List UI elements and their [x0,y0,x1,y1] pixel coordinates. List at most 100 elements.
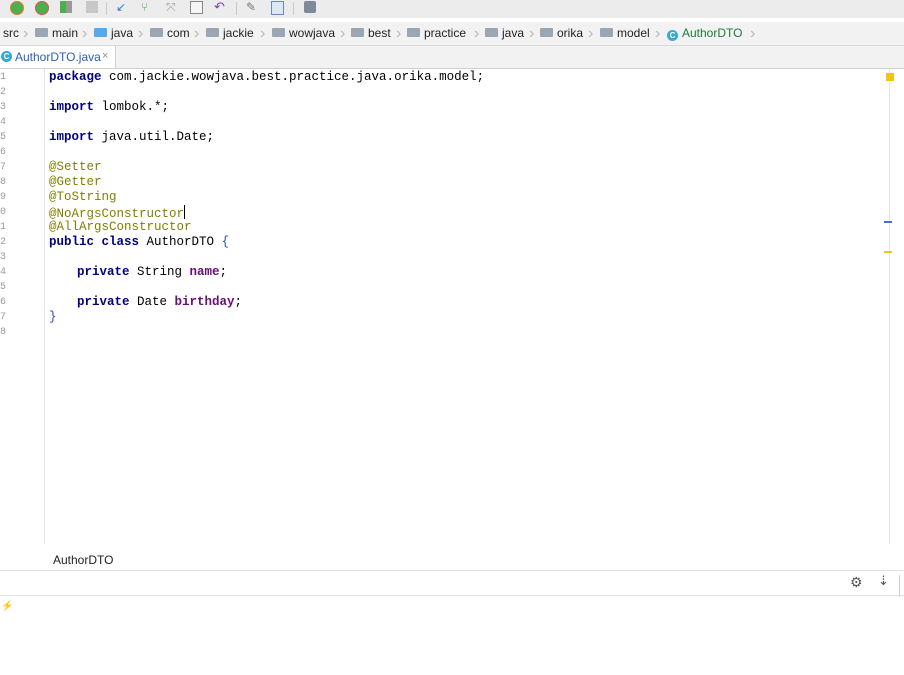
commit-icon[interactable] [190,1,203,14]
code-line-3: import lombok.*; [49,100,169,114]
line-number: 5 [0,132,7,143]
tool-window-header: ⚙ ⇣ [0,571,904,596]
breadcrumb-item-orika[interactable]: orika [540,22,583,45]
breadcrumb-item-model[interactable]: model [600,22,650,45]
breadcrumb-label: java [111,26,134,40]
line-number: 9 [0,192,7,203]
line-number: 1 [0,72,7,83]
breadcrumb-item-practice[interactable]: practice [407,22,466,45]
structure-icon[interactable] [271,1,284,15]
breadcrumb-item-java[interactable]: java [94,22,133,45]
line-number: 6 [0,147,7,158]
vcs-pull-icon[interactable]: ⤧ [166,1,178,13]
line-number: 5 [0,282,7,293]
warning-marker-icon[interactable] [886,73,894,81]
annotation: @NoArgsConstructor [49,207,185,221]
error-stripe-mark[interactable] [884,251,892,253]
tool-window-panel: ⚙ ⇣ ⚡ [0,570,904,675]
type: Date [129,295,175,309]
type: String [129,265,190,279]
field-name: birthday [174,295,235,309]
vcs-update-icon[interactable]: ↙ [116,1,128,13]
stop-run-icon[interactable] [35,1,49,15]
tab-label: AuthorDTO.java [15,50,101,64]
keyword: import [49,100,95,114]
folder-icon [485,28,498,37]
breadcrumb-item-java-2[interactable]: java [485,22,524,45]
footer-class-label[interactable]: AuthorDTO [53,553,113,567]
gear-icon[interactable]: ⚙ [850,574,863,591]
chevron-right-icon: › [194,25,200,42]
folder-icon [600,28,613,37]
editor-tabs: C AuthorDTO.java × [0,46,904,69]
code-text: ; [234,295,243,309]
code-line-5: import java.util.Date; [49,130,214,144]
breadcrumb-item-best[interactable]: best [351,22,391,45]
main-toolbar: ↙ ⑂ ⤧ ↶ ✎ [0,0,904,18]
code-line-1: package com.jackie.wowjava.best.practice… [49,70,484,84]
breadcrumb-item-main[interactable]: main [35,22,78,45]
chevron-right-icon: › [588,25,594,42]
keyword: private [77,295,130,309]
chevron-right-icon: › [396,25,402,42]
breadcrumb-label: AuthorDTO [682,26,743,40]
breadcrumb-label: best [368,26,391,40]
chevron-right-icon: › [529,25,535,42]
folder-icon [407,28,420,37]
editor-breadcrumb-footer: AuthorDTO [0,546,904,570]
vcs-branch-icon[interactable]: ⑂ [141,1,153,13]
folder-icon [150,28,163,37]
keyword: import [49,130,95,144]
code-line-17: } [49,310,57,324]
code-line-11: @AllArgsConstructor [49,220,192,234]
breadcrumb-item-wowjava[interactable]: wowjava [272,22,335,45]
tab-authordto-java[interactable]: C AuthorDTO.java × [0,46,116,68]
breadcrumb-label: com [167,26,190,40]
keyword: public [49,235,95,249]
breadcrumb-label: jackie [223,26,254,40]
error-stripe-mark[interactable] [884,221,892,223]
chevron-right-icon: › [260,25,266,42]
line-number: 6 [0,297,7,308]
class-name: AuthorDTO [139,235,222,249]
breadcrumb-item-jackie[interactable]: jackie [206,22,254,45]
class-icon: C [667,30,678,41]
revert-icon[interactable]: ↶ [214,0,226,13]
breadcrumb-item-authordto[interactable]: C AuthorDTO [667,22,742,45]
line-number: 3 [0,252,7,263]
code-text: lombok.*; [94,100,170,114]
breadcrumb-item-src[interactable]: src [3,22,19,45]
line-number: 2 [0,87,7,98]
folder-icon [540,28,553,37]
line-number: 3 [0,102,7,113]
line-number: 7 [0,312,7,323]
chevron-right-icon: › [655,25,661,42]
line-number: 4 [0,267,7,278]
keyword: private [77,265,130,279]
code-text: com.jackie.wowjava.best.practice.java.or… [101,70,485,84]
keyword: package [49,70,102,84]
line-number-gutter: 1 2 3 4 5 6 7 8 9 0 1 2 3 4 5 6 7 8 [0,69,44,544]
lightning-icon: ⚡ [1,601,14,612]
class-icon: C [1,51,12,62]
code-line-14: private String name; [77,265,227,279]
panel-divider [899,575,900,597]
close-icon[interactable]: × [102,50,108,62]
deploy-icon[interactable] [304,1,316,13]
build-icon[interactable]: ✎ [246,1,258,13]
code-line-10: @NoArgsConstructor [49,205,186,221]
code-text: ; [219,265,228,279]
debug-icon[interactable] [10,1,24,15]
download-icon[interactable]: ⇣ [878,573,889,589]
code-line-8: @Getter [49,175,102,189]
line-number: 1 [0,222,7,233]
right-margin-guide [889,69,890,544]
chevron-right-icon: › [138,25,144,42]
breadcrumb-label: practice [424,26,467,40]
folder-icon [351,28,364,37]
line-number: 8 [0,177,7,188]
coverage-icon[interactable] [60,1,72,13]
stop-icon[interactable] [86,1,98,13]
line-number: 4 [0,117,7,128]
breadcrumb-item-com[interactable]: com [150,22,190,45]
